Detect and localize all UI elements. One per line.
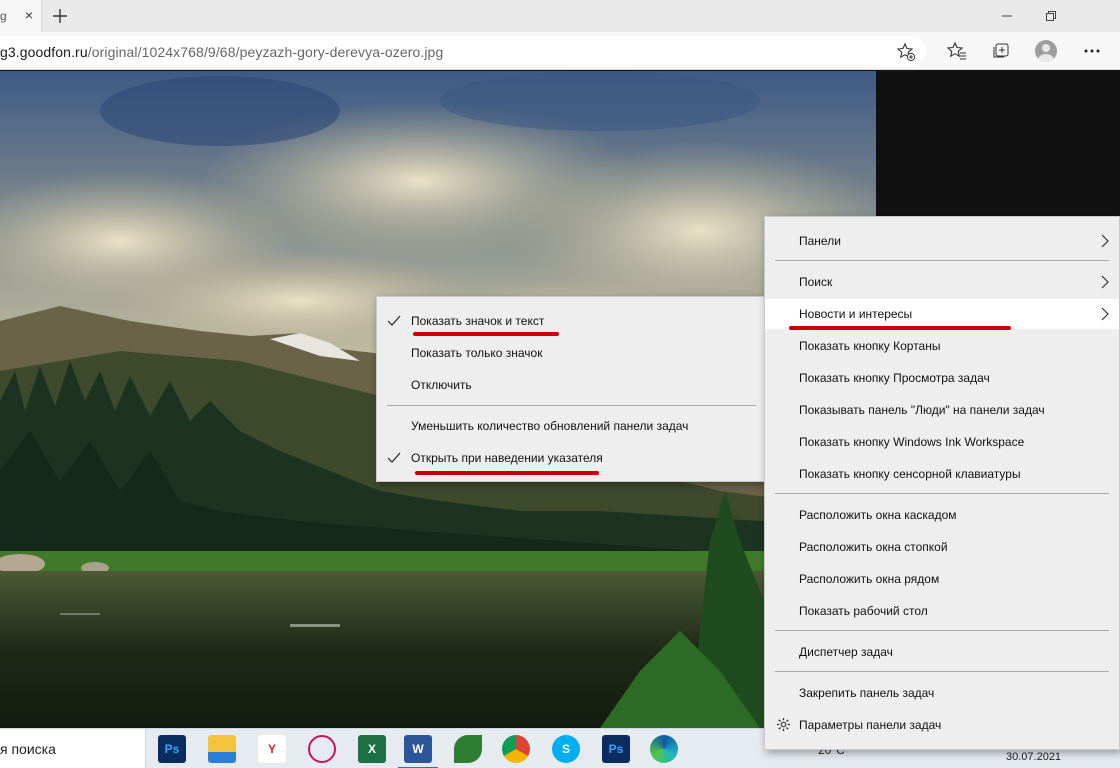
restore-icon[interactable] bbox=[1028, 2, 1074, 30]
minimize-icon[interactable] bbox=[984, 2, 1030, 30]
plus-icon[interactable] bbox=[48, 4, 72, 28]
menu-item-0[interactable]: Панели bbox=[765, 226, 1119, 256]
url-path: /original/1024x768/9/68/peyzazh-gory-der… bbox=[87, 44, 444, 60]
star-plus-icon[interactable] bbox=[896, 42, 916, 62]
menu-item-label: Расположить окна рядом bbox=[799, 572, 940, 586]
favorites-icon[interactable] bbox=[942, 36, 972, 66]
submenu-item-reduce-updates[interactable]: Уменьшить количество обновлений панели з… bbox=[377, 411, 766, 441]
avatar bbox=[1035, 40, 1057, 62]
menu-item-label: Параметры панели задач bbox=[799, 718, 942, 732]
menu-item-label: Показывать панель "Люди" на панели задач bbox=[799, 403, 1045, 417]
menu-item-label: Расположить окна стопкой bbox=[799, 540, 948, 554]
menu-item-2[interactable]: Новости и интересы bbox=[765, 299, 1119, 329]
menu-item-10[interactable]: Расположить окна рядом bbox=[765, 564, 1119, 594]
taskbar-app-photoshop-2[interactable]: Ps bbox=[602, 735, 630, 763]
address-bar[interactable]: g3.goodfon.ru/original/1024x768/9/68/pey… bbox=[0, 36, 926, 66]
taskbar-app-edge[interactable] bbox=[650, 735, 678, 763]
submenu-item-label: Показать значок и текст bbox=[411, 314, 545, 328]
taskbar-app-word[interactable]: W bbox=[398, 735, 438, 768]
news-submenu: Показать значок и текст Показать только … bbox=[376, 296, 767, 482]
red-underline bbox=[789, 326, 1011, 330]
submenu-item-label: Уменьшить количество обновлений панели з… bbox=[411, 419, 689, 433]
menu-item-label: Диспетчер задач bbox=[799, 645, 893, 659]
menu-item-14[interactable]: Параметры панели задач bbox=[765, 710, 1119, 740]
menu-item-7[interactable]: Показать кнопку сенсорной клавиатуры bbox=[765, 459, 1119, 489]
menu-item-label: Показать кнопку Кортаны bbox=[799, 339, 941, 353]
ellipsis-icon[interactable] bbox=[1077, 36, 1107, 66]
menu-item-label: Новости и интересы bbox=[799, 307, 913, 321]
red-underline bbox=[413, 332, 559, 336]
menu-item-8[interactable]: Расположить окна каскадом bbox=[765, 500, 1119, 530]
menu-item-5[interactable]: Показывать панель "Люди" на панели задач bbox=[765, 395, 1119, 425]
taskbar-app-chrome[interactable] bbox=[502, 735, 530, 763]
tab-strip: g × bbox=[0, 0, 1120, 32]
tab-title: g bbox=[0, 9, 7, 23]
menu-item-1[interactable]: Поиск bbox=[765, 267, 1119, 297]
clock-date[interactable]: 30.07.2021 bbox=[1006, 751, 1061, 763]
menu-divider bbox=[387, 405, 756, 406]
checkmark-icon bbox=[387, 452, 401, 463]
menu-item-label: Закрепить панель задач bbox=[799, 686, 935, 700]
taskbar-context-menu: Панели Поиск Новости и интересы Показать кн… bbox=[764, 216, 1120, 750]
browser-tab[interactable]: g × bbox=[0, 0, 42, 32]
menu-item-3[interactable]: Показать кнопку Кортаны bbox=[765, 331, 1119, 361]
browser-toolbar: g3.goodfon.ru/original/1024x768/9/68/pey… bbox=[0, 32, 1120, 70]
taskbar-app-yandex-browser[interactable]: Y bbox=[258, 735, 286, 763]
submenu-item-label: Отключить bbox=[411, 378, 472, 392]
tab-close-icon[interactable]: × bbox=[18, 4, 40, 26]
red-underline bbox=[415, 471, 599, 475]
taskbar-app-leaf-app[interactable] bbox=[454, 735, 482, 763]
menu-divider bbox=[775, 630, 1109, 631]
collections-icon[interactable] bbox=[986, 36, 1016, 66]
menu-item-11[interactable]: Показать рабочий стол bbox=[765, 596, 1119, 626]
menu-divider bbox=[775, 260, 1109, 261]
taskbar-app-photoshop[interactable]: Ps bbox=[158, 735, 186, 763]
submenu-item-disable[interactable]: Отключить bbox=[377, 370, 766, 400]
menu-item-label: Поиск bbox=[799, 275, 833, 289]
taskbar-search-box[interactable]: я поиска bbox=[0, 729, 146, 768]
menu-item-6[interactable]: Показать кнопку Windows Ink Workspace bbox=[765, 427, 1119, 457]
submenu-item-open-on-hover[interactable]: Открыть при наведении указателя bbox=[377, 443, 766, 473]
menu-item-label: Панели bbox=[799, 234, 841, 248]
avatar-icon[interactable] bbox=[1031, 36, 1061, 66]
menu-item-label: Расположить окна каскадом bbox=[799, 508, 957, 522]
submenu-item-label: Открыть при наведении указателя bbox=[411, 451, 603, 465]
menu-divider bbox=[775, 493, 1109, 494]
taskbar-search-placeholder: я поиска bbox=[0, 741, 56, 757]
taskbar-app-file-explorer[interactable] bbox=[208, 735, 236, 763]
submenu-item-label: Показать только значок bbox=[411, 346, 543, 360]
menu-item-label: Показать рабочий стол bbox=[799, 604, 928, 618]
menu-item-9[interactable]: Расположить окна стопкой bbox=[765, 532, 1119, 562]
menu-item-label: Показать кнопку Windows Ink Workspace bbox=[799, 435, 1025, 449]
menu-item-12[interactable]: Диспетчер задач bbox=[765, 637, 1119, 667]
submenu-item-show-icon-only[interactable]: Показать только значок bbox=[377, 338, 766, 368]
taskbar-app-excel[interactable]: X bbox=[358, 735, 386, 763]
checkmark-icon bbox=[387, 315, 401, 326]
taskbar-app-skype[interactable]: S bbox=[552, 735, 580, 763]
taskbar-app-paint[interactable] bbox=[308, 735, 336, 763]
menu-item-4[interactable]: Показать кнопку Просмотра задач bbox=[765, 363, 1119, 393]
url-text: g3.goodfon.ru/original/1024x768/9/68/pey… bbox=[0, 44, 443, 60]
menu-divider bbox=[775, 671, 1109, 672]
menu-item-label: Показать кнопку сенсорной клавиатуры bbox=[799, 467, 1021, 481]
menu-item-label: Показать кнопку Просмотра задач bbox=[799, 371, 990, 385]
url-host: g3.goodfon.ru bbox=[0, 44, 88, 60]
gear-icon bbox=[776, 717, 791, 735]
menu-item-13[interactable]: Закрепить панель задач bbox=[765, 678, 1119, 708]
